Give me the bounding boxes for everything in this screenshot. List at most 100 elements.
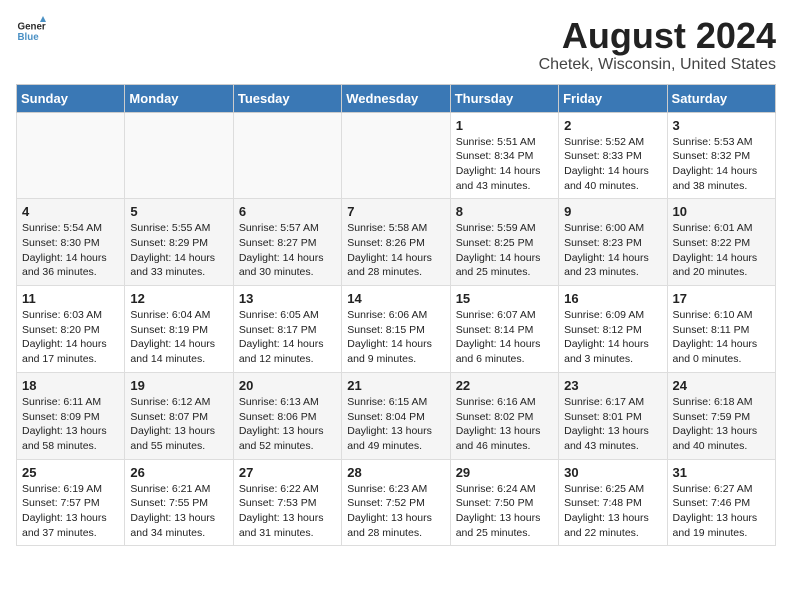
day-number: 7	[347, 204, 444, 219]
svg-text:Blue: Blue	[18, 32, 40, 43]
calendar-week-row: 18 Sunrise: 6:11 AM Sunset: 8:09 PM Dayli…	[17, 372, 776, 459]
calendar-cell: 11 Sunrise: 6:03 AM Sunset: 8:20 PM Dayli…	[17, 286, 125, 373]
calendar-cell: 1Sunrise: 5:51 AM Sunset: 8:34 PM Daylig…	[450, 112, 558, 199]
cell-content: Sunrise: 6:12 AM Sunset: 8:07 PM Dayligh…	[130, 395, 227, 454]
calendar-cell: 8Sunrise: 5:59 AM Sunset: 8:25 PM Daylig…	[450, 199, 558, 286]
logo-icon: General Blue	[16, 16, 46, 46]
calendar-week-row: 4 Sunrise: 5:54 AM Sunset: 8:30 PM Daylig…	[17, 199, 776, 286]
calendar-cell: 13 Sunrise: 6:05 AM Sunset: 8:17 PM Dayli…	[233, 286, 341, 373]
calendar-body: 1Sunrise: 5:51 AM Sunset: 8:34 PM Daylig…	[17, 112, 776, 546]
calendar-cell: 12Sunrise: 6:04 AM Sunset: 8:19 PM Dayli…	[125, 286, 233, 373]
calendar-week-row: 1Sunrise: 5:51 AM Sunset: 8:34 PM Daylig…	[17, 112, 776, 199]
cell-content: Sunrise: 6:01 AM Sunset: 8:22 PM Dayligh…	[673, 221, 770, 280]
cell-content: Sunrise: 6:22 AM Sunset: 7:53 PM Dayligh…	[239, 482, 336, 541]
calendar-cell: 25 Sunrise: 6:19 AM Sunset: 7:57 PM Dayli…	[17, 459, 125, 546]
calendar-cell: 23 Sunrise: 6:17 AM Sunset: 8:01 PM Dayli…	[559, 372, 667, 459]
day-number: 3	[673, 118, 770, 133]
calendar-cell: 15 Sunrise: 6:07 AM Sunset: 8:14 PM Dayli…	[450, 286, 558, 373]
cell-content: Sunrise: 6:19 AM Sunset: 7:57 PM Dayligh…	[22, 482, 119, 541]
day-number: 15	[456, 291, 553, 306]
calendar-cell: 20Sunrise: 6:13 AM Sunset: 8:06 PM Dayli…	[233, 372, 341, 459]
day-number: 17	[673, 291, 770, 306]
cell-content: Sunrise: 5:55 AM Sunset: 8:29 PM Dayligh…	[130, 221, 227, 280]
cell-content: Sunrise: 6:05 AM Sunset: 8:17 PM Dayligh…	[239, 308, 336, 367]
cell-content: Sunrise: 6:24 AM Sunset: 7:50 PM Dayligh…	[456, 482, 553, 541]
page-header: General Blue August 2024 Chetek, Wiscons…	[16, 16, 776, 74]
day-number: 19	[130, 378, 227, 393]
cell-content: Sunrise: 5:54 AM Sunset: 8:30 PM Dayligh…	[22, 221, 119, 280]
day-header-saturday: Saturday	[667, 84, 775, 112]
cell-content: Sunrise: 5:52 AM Sunset: 8:33 PM Dayligh…	[564, 135, 661, 194]
day-number: 10	[673, 204, 770, 219]
cell-content: Sunrise: 5:53 AM Sunset: 8:32 PM Dayligh…	[673, 135, 770, 194]
calendar-cell	[17, 112, 125, 199]
cell-content: Sunrise: 6:17 AM Sunset: 8:01 PM Dayligh…	[564, 395, 661, 454]
day-number: 6	[239, 204, 336, 219]
calendar-cell: 18 Sunrise: 6:11 AM Sunset: 8:09 PM Dayli…	[17, 372, 125, 459]
calendar-cell: 6 Sunrise: 5:57 AM Sunset: 8:27 PM Daylig…	[233, 199, 341, 286]
cell-content: Sunrise: 6:21 AM Sunset: 7:55 PM Dayligh…	[130, 482, 227, 541]
cell-content: Sunrise: 5:57 AM Sunset: 8:27 PM Dayligh…	[239, 221, 336, 280]
calendar-cell: 21 Sunrise: 6:15 AM Sunset: 8:04 PM Dayli…	[342, 372, 450, 459]
cell-content: Sunrise: 6:11 AM Sunset: 8:09 PM Dayligh…	[22, 395, 119, 454]
day-number: 4	[22, 204, 119, 219]
calendar-cell	[233, 112, 341, 199]
cell-content: Sunrise: 6:23 AM Sunset: 7:52 PM Dayligh…	[347, 482, 444, 541]
calendar-cell: 2 Sunrise: 5:52 AM Sunset: 8:33 PM Daylig…	[559, 112, 667, 199]
calendar-header-row: SundayMondayTuesdayWednesdayThursdayFrid…	[17, 84, 776, 112]
calendar-cell: 5 Sunrise: 5:55 AM Sunset: 8:29 PM Daylig…	[125, 199, 233, 286]
cell-content: Sunrise: 6:09 AM Sunset: 8:12 PM Dayligh…	[564, 308, 661, 367]
calendar-cell: 31Sunrise: 6:27 AM Sunset: 7:46 PM Dayli…	[667, 459, 775, 546]
calendar-title: August 2024	[539, 16, 776, 56]
day-number: 18	[22, 378, 119, 393]
calendar-cell: 7 Sunrise: 5:58 AM Sunset: 8:26 PM Daylig…	[342, 199, 450, 286]
calendar-cell: 29 Sunrise: 6:24 AM Sunset: 7:50 PM Dayli…	[450, 459, 558, 546]
cell-content: Sunrise: 6:15 AM Sunset: 8:04 PM Dayligh…	[347, 395, 444, 454]
calendar-cell: 26 Sunrise: 6:21 AM Sunset: 7:55 PM Dayli…	[125, 459, 233, 546]
day-number: 14	[347, 291, 444, 306]
day-number: 24	[673, 378, 770, 393]
day-number: 9	[564, 204, 661, 219]
calendar-cell: 14 Sunrise: 6:06 AM Sunset: 8:15 PM Dayli…	[342, 286, 450, 373]
cell-content: Sunrise: 5:58 AM Sunset: 8:26 PM Dayligh…	[347, 221, 444, 280]
calendar-cell: 27 Sunrise: 6:22 AM Sunset: 7:53 PM Dayli…	[233, 459, 341, 546]
day-header-friday: Friday	[559, 84, 667, 112]
cell-content: Sunrise: 6:00 AM Sunset: 8:23 PM Dayligh…	[564, 221, 661, 280]
calendar-cell: 24Sunrise: 6:18 AM Sunset: 7:59 PM Dayli…	[667, 372, 775, 459]
day-number: 2	[564, 118, 661, 133]
cell-content: Sunrise: 6:06 AM Sunset: 8:15 PM Dayligh…	[347, 308, 444, 367]
day-number: 13	[239, 291, 336, 306]
cell-content: Sunrise: 6:03 AM Sunset: 8:20 PM Dayligh…	[22, 308, 119, 367]
cell-content: Sunrise: 5:59 AM Sunset: 8:25 PM Dayligh…	[456, 221, 553, 280]
day-number: 26	[130, 465, 227, 480]
day-number: 27	[239, 465, 336, 480]
day-number: 5	[130, 204, 227, 219]
day-number: 29	[456, 465, 553, 480]
cell-content: Sunrise: 6:07 AM Sunset: 8:14 PM Dayligh…	[456, 308, 553, 367]
day-number: 31	[673, 465, 770, 480]
day-number: 1	[456, 118, 553, 133]
calendar-cell: 19 Sunrise: 6:12 AM Sunset: 8:07 PM Dayli…	[125, 372, 233, 459]
calendar-cell	[342, 112, 450, 199]
title-block: August 2024 Chetek, Wisconsin, United St…	[539, 16, 776, 74]
day-number: 22	[456, 378, 553, 393]
calendar-cell: 17Sunrise: 6:10 AM Sunset: 8:11 PM Dayli…	[667, 286, 775, 373]
calendar-cell: 3 Sunrise: 5:53 AM Sunset: 8:32 PM Daylig…	[667, 112, 775, 199]
day-number: 16	[564, 291, 661, 306]
logo: General Blue	[16, 16, 46, 46]
day-header-tuesday: Tuesday	[233, 84, 341, 112]
calendar-table: SundayMondayTuesdayWednesdayThursdayFrid…	[16, 84, 776, 547]
calendar-week-row: 25 Sunrise: 6:19 AM Sunset: 7:57 PM Dayli…	[17, 459, 776, 546]
calendar-cell: 30Sunrise: 6:25 AM Sunset: 7:48 PM Dayli…	[559, 459, 667, 546]
calendar-cell: 28 Sunrise: 6:23 AM Sunset: 7:52 PM Dayli…	[342, 459, 450, 546]
day-number: 23	[564, 378, 661, 393]
cell-content: Sunrise: 6:16 AM Sunset: 8:02 PM Dayligh…	[456, 395, 553, 454]
calendar-cell	[125, 112, 233, 199]
calendar-week-row: 11 Sunrise: 6:03 AM Sunset: 8:20 PM Dayli…	[17, 286, 776, 373]
day-number: 25	[22, 465, 119, 480]
day-number: 11	[22, 291, 119, 306]
day-number: 21	[347, 378, 444, 393]
cell-content: Sunrise: 6:25 AM Sunset: 7:48 PM Dayligh…	[564, 482, 661, 541]
calendar-cell: 22 Sunrise: 6:16 AM Sunset: 8:02 PM Dayli…	[450, 372, 558, 459]
day-number: 28	[347, 465, 444, 480]
